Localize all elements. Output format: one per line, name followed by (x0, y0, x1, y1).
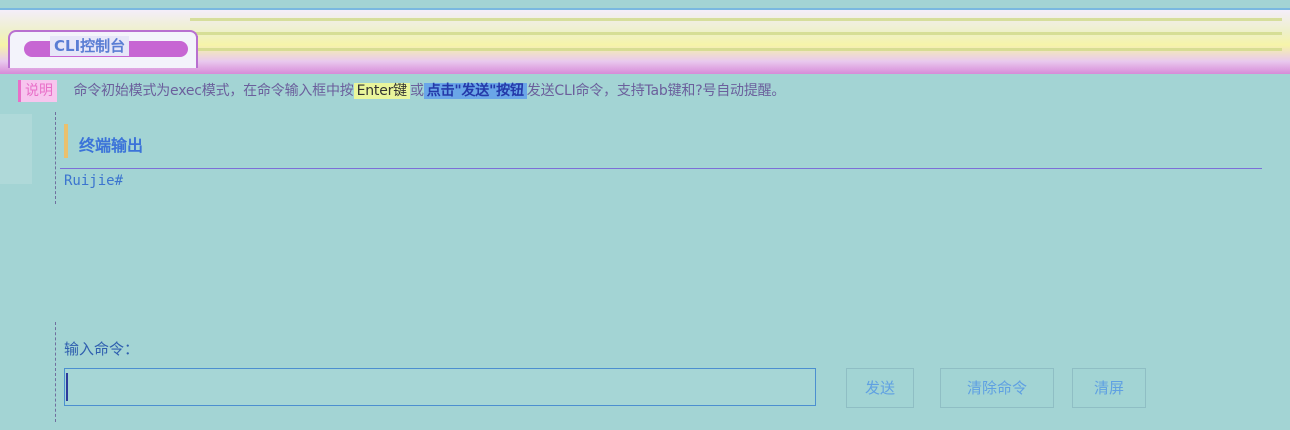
output-title: 终端输出 (79, 136, 144, 155)
left-side-panel (0, 114, 32, 184)
send-button[interactable]: 发送 (846, 368, 914, 408)
title-bar: CLI控制台 (0, 8, 1290, 74)
output-divider (60, 168, 1262, 169)
help-label: 说明 (18, 80, 57, 102)
help-text: 命令初始模式为exec模式，在命令输入框中按 Enter键或点击"发送"按钮 发送C… (61, 80, 785, 102)
text-caret (66, 373, 68, 401)
help-enter-key: Enter键 (353, 83, 410, 99)
help-or: 或 (409, 83, 424, 99)
title-bar-stripe (190, 32, 1282, 35)
clear-screen-button[interactable]: 清屏 (1072, 368, 1146, 408)
help-text-before: 命令初始模式为exec模式，在命令输入框中按 (73, 83, 354, 99)
title-bar-stripe (190, 48, 1282, 51)
help-line: 说明 命令初始模式为exec模式，在命令输入框中按 Enter键或点击"发送"按钮… (18, 80, 785, 102)
terminal-output: Ruijie# (64, 173, 124, 189)
window-title: CLI控制台 (50, 36, 130, 56)
help-send-click: 点击"发送"按钮 (423, 83, 527, 99)
title-bar-stripe (190, 18, 1282, 21)
left-guide-line (55, 112, 56, 204)
clear-command-button[interactable]: 清除命令 (940, 368, 1054, 408)
command-label: 输入命令： (64, 340, 140, 358)
help-text-after: 发送CLI命令，支持Tab键和?号自动提醒。 (526, 83, 786, 99)
left-guide-line (55, 322, 56, 422)
tab-divider (196, 36, 198, 62)
output-title-marker (64, 124, 68, 158)
command-input[interactable] (64, 368, 816, 406)
tab-cli-console[interactable]: CLI控制台 (8, 30, 198, 68)
